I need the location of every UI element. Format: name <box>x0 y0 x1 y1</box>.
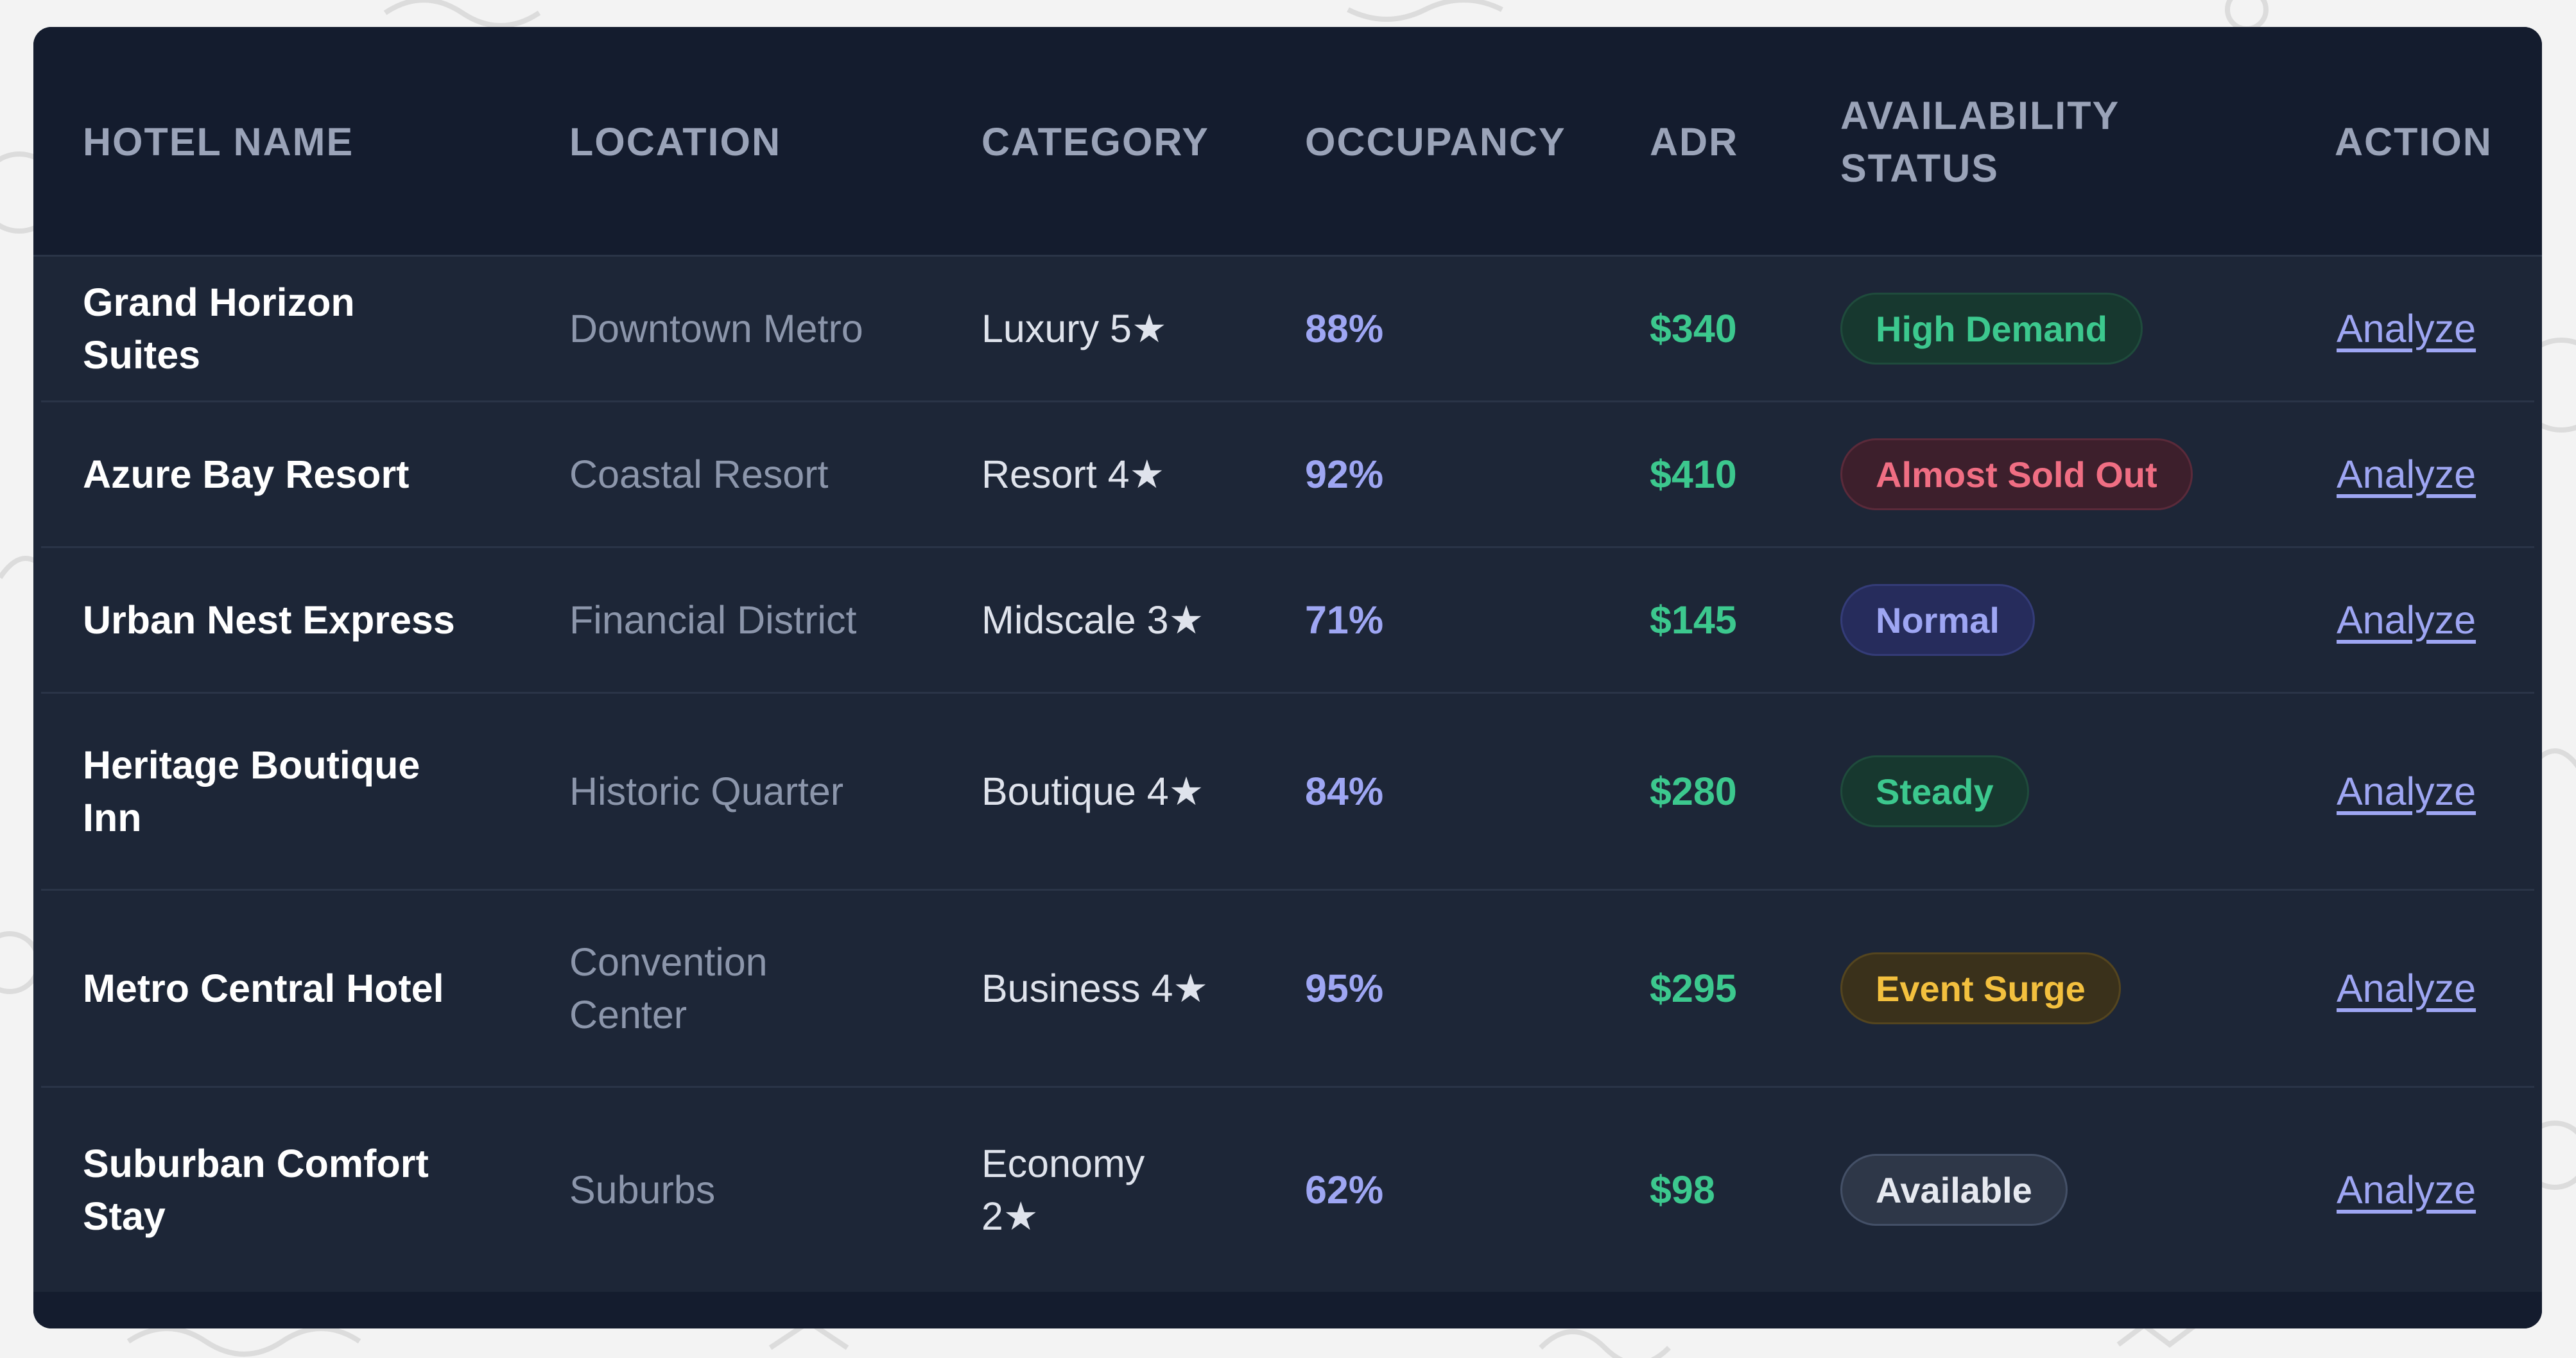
occupancy-value: 62% <box>1305 1168 1384 1212</box>
table-row: Metro Central Hotel Convention Center Bu… <box>41 891 2534 1088</box>
adr-value: $410 <box>1650 452 1737 496</box>
hotel-name: Grand Horizon Suites <box>83 280 355 377</box>
status-badge: Event Surge <box>1840 952 2121 1024</box>
hotel-name: Azure Bay Resort <box>83 452 410 496</box>
analyze-link[interactable]: Analyze <box>2337 966 2476 1011</box>
analyze-link[interactable]: Analyze <box>2337 769 2476 814</box>
column-header-adr: ADR <box>1650 120 1739 164</box>
table-row: Suburban Comfort Stay Suburbs Economy 2★… <box>41 1088 2534 1292</box>
status-badge: Almost Sold Out <box>1840 438 2193 510</box>
column-header-occupancy: OCCUPANCY <box>1305 120 1566 164</box>
status-badge: Available <box>1840 1154 2068 1226</box>
adr-value: $280 <box>1650 769 1737 813</box>
hotel-name: Metro Central Hotel <box>83 967 444 1010</box>
hotel-name: Heritage Boutique Inn <box>83 743 420 839</box>
category: Boutique 4★ <box>981 769 1204 813</box>
occupancy-value: 88% <box>1305 307 1384 350</box>
analyze-link[interactable]: Analyze <box>2337 452 2476 497</box>
status-badge: High Demand <box>1840 293 2143 365</box>
table-row: Azure Bay Resort Coastal Resort Resort 4… <box>41 402 2534 548</box>
analyze-link[interactable]: Analyze <box>2337 1167 2476 1212</box>
hotel-name: Suburban Comfort Stay <box>83 1142 429 1238</box>
table-row: Heritage Boutique Inn Historic Quarter B… <box>41 694 2534 891</box>
category: Economy 2★ <box>981 1142 1145 1238</box>
status-badge: Normal <box>1840 584 2035 656</box>
column-header-availability-status: AVAILABILITY STATUS <box>1840 94 2120 190</box>
category: Business 4★ <box>981 967 1209 1010</box>
location: Downtown Metro <box>569 307 863 350</box>
analyze-link[interactable]: Analyze <box>2337 597 2476 642</box>
adr-value: $295 <box>1650 967 1737 1010</box>
column-header-category: CATEGORY <box>981 120 1209 164</box>
category: Midscale 3★ <box>981 598 1204 642</box>
hotel-table-card: HOTEL NAME LOCATION CATEGORY OCCUPANCY A… <box>33 27 2542 1328</box>
location: Suburbs <box>569 1168 716 1212</box>
occupancy-value: 95% <box>1305 967 1384 1010</box>
occupancy-value: 71% <box>1305 598 1384 642</box>
table-row: Grand Horizon Suites Downtown Metro Luxu… <box>41 257 2534 402</box>
location: Coastal Resort <box>569 452 829 496</box>
adr-value: $340 <box>1650 307 1737 350</box>
category: Resort 4★ <box>981 452 1165 496</box>
table-footer-strip <box>33 1292 2542 1328</box>
table-header: HOTEL NAME LOCATION CATEGORY OCCUPANCY A… <box>33 27 2542 257</box>
location: Financial District <box>569 598 857 642</box>
location: Historic Quarter <box>569 769 844 813</box>
status-badge: Steady <box>1840 755 2029 827</box>
column-header-hotel-name: HOTEL NAME <box>83 120 354 164</box>
adr-value: $98 <box>1650 1168 1715 1212</box>
adr-value: $145 <box>1650 598 1737 642</box>
table-row: Urban Nest Express Financial District Mi… <box>41 548 2534 694</box>
analyze-link[interactable]: Analyze <box>2337 306 2476 351</box>
column-header-location: LOCATION <box>569 120 781 164</box>
occupancy-value: 92% <box>1305 452 1384 496</box>
occupancy-value: 84% <box>1305 769 1384 813</box>
column-header-action: ACTION <box>2335 120 2493 164</box>
hotel-name: Urban Nest Express <box>83 598 455 642</box>
location: Convention Center <box>569 940 768 1036</box>
category: Luxury 5★ <box>981 307 1167 350</box>
